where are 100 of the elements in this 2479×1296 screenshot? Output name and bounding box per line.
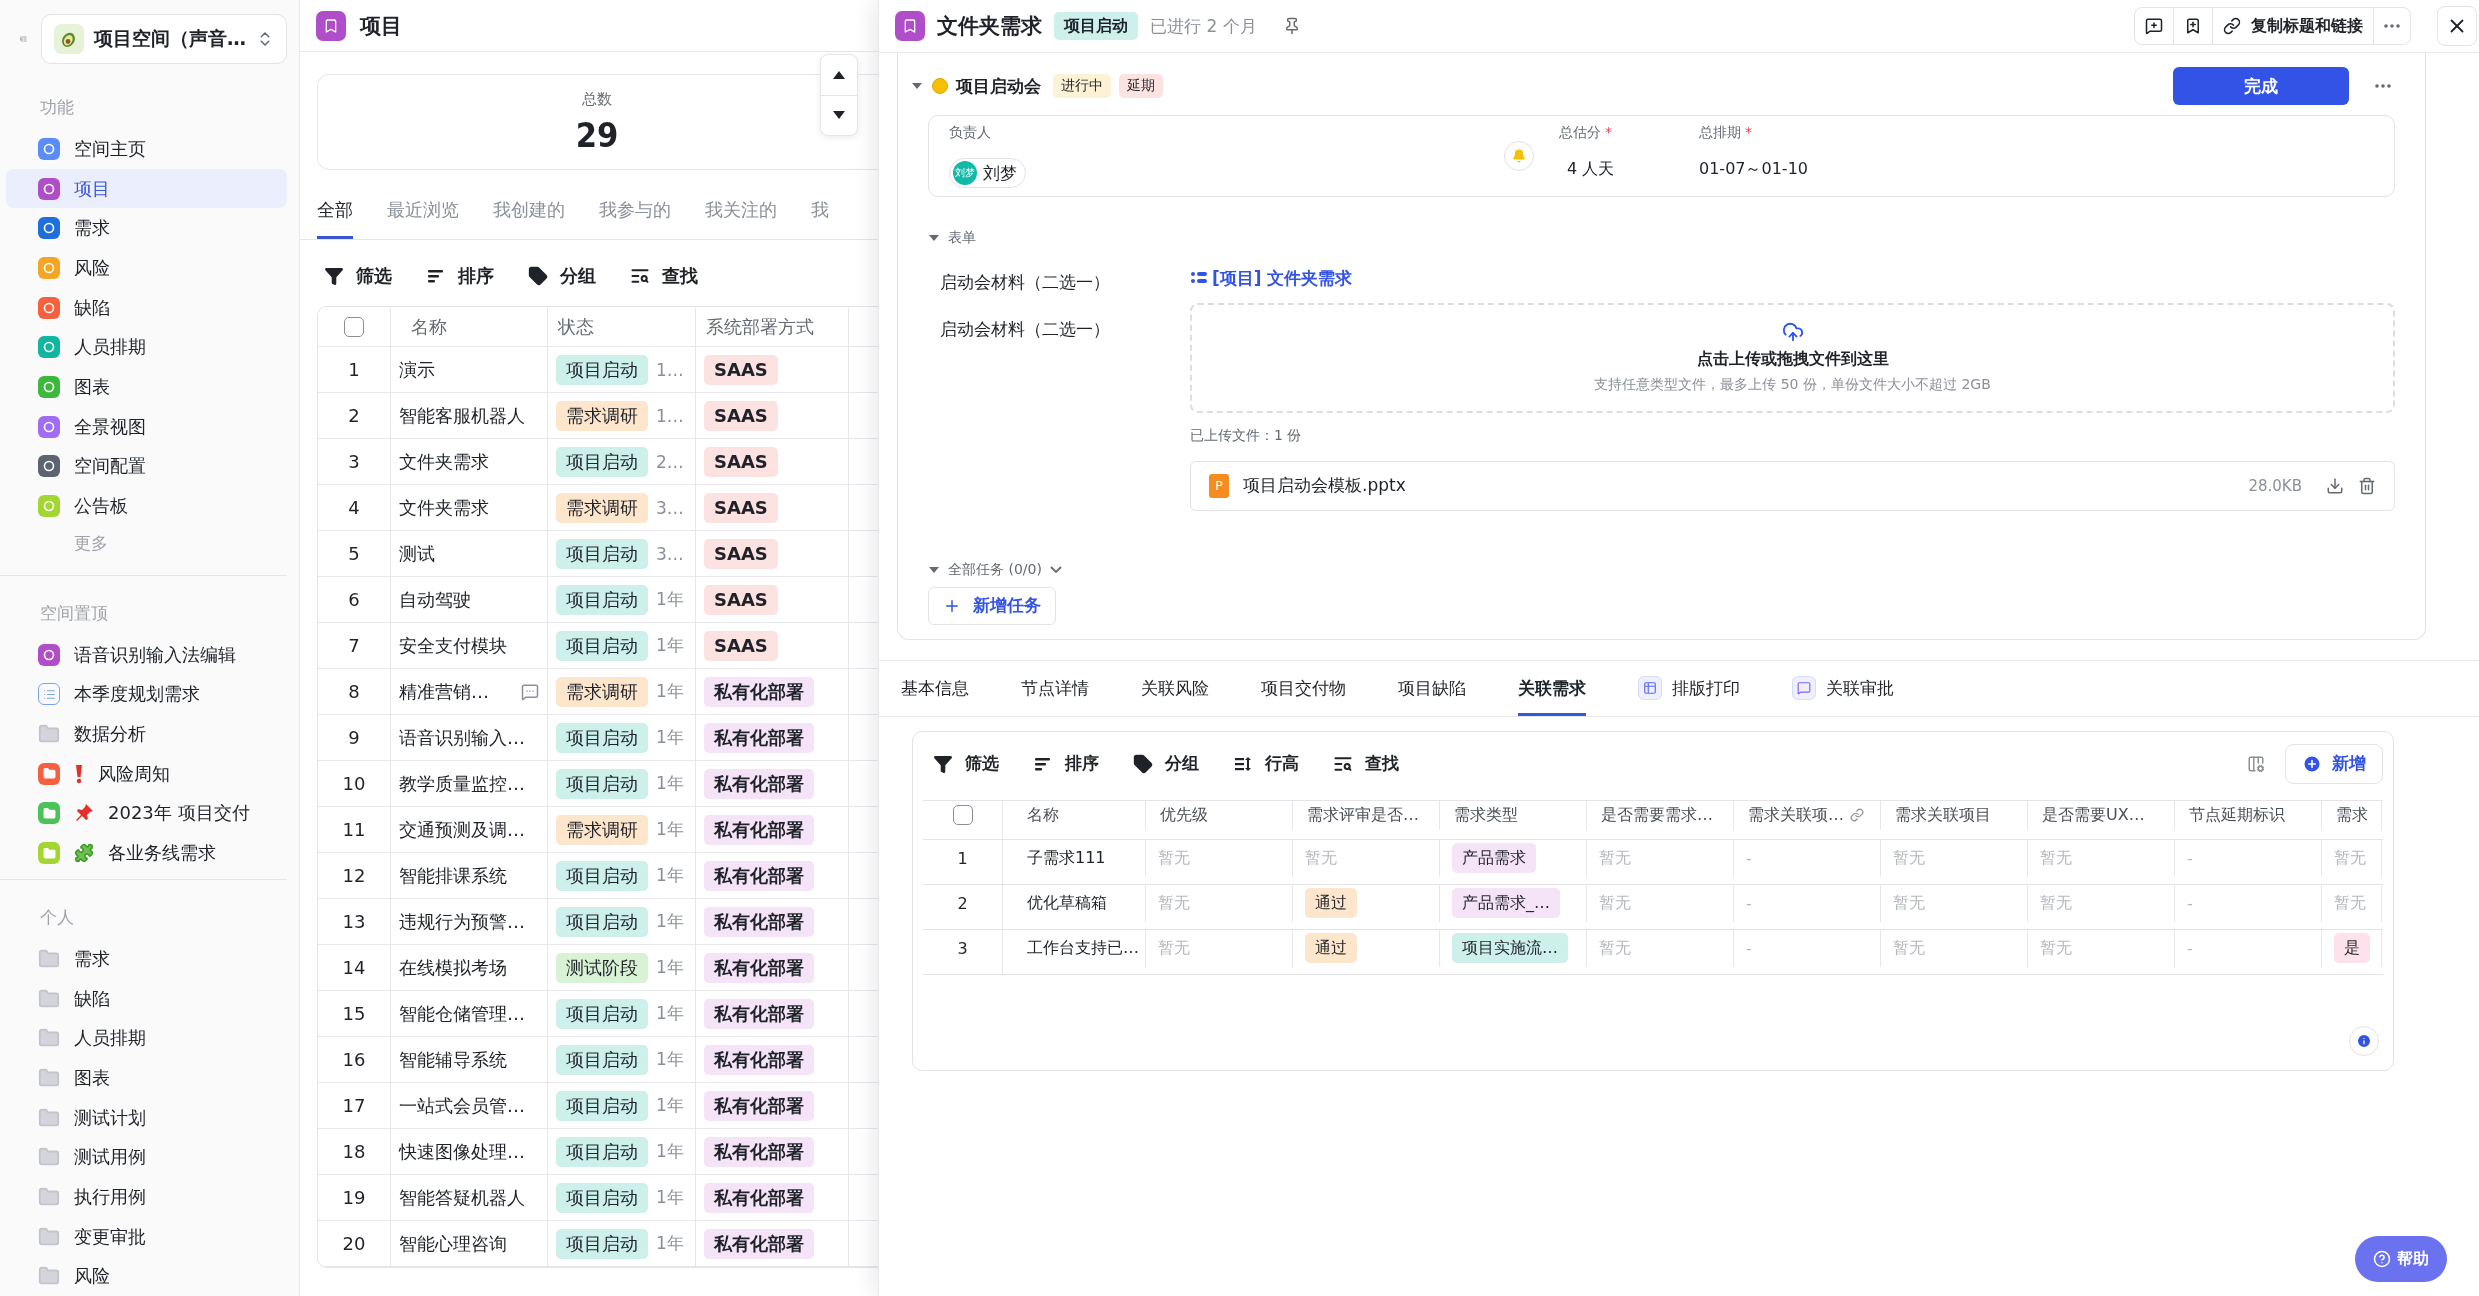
deployment-tag: 私有化部署: [704, 1228, 814, 1259]
sidebar-item[interactable]: 需求: [6, 939, 287, 979]
info-button[interactable]: [2349, 1025, 2379, 1056]
exclamation-icon: [74, 763, 84, 784]
tab[interactable]: 全部: [317, 198, 353, 239]
column-settings-icon[interactable]: [2247, 754, 2265, 773]
column-header: 是否需要需求…: [1601, 804, 1713, 826]
sidebar-item[interactable]: 各业务线需求: [6, 833, 287, 873]
deployment-tag: 私有化部署: [704, 860, 814, 891]
tab[interactable]: 项目交付物: [1261, 660, 1346, 716]
tab[interactable]: 排版打印: [1638, 660, 1740, 716]
sidebar-item[interactable]: 全景视图: [6, 406, 287, 447]
sidebar-item[interactable]: 测试用例: [6, 1137, 287, 1178]
uploaded-count: 已上传文件：1 份: [1190, 426, 1303, 445]
sidebar-item[interactable]: 空间主页: [6, 129, 287, 169]
duration-text: 1年: [656, 634, 684, 657]
status-tag: 项目启动: [556, 538, 648, 569]
space-selector[interactable]: 项目空间（声音…: [41, 14, 287, 64]
sidebar-item[interactable]: 风险: [6, 1256, 287, 1296]
toolbar-button[interactable]: 分组: [1133, 752, 1199, 775]
node-tag: 进行中: [1053, 74, 1111, 98]
folder-icon: [38, 987, 60, 1010]
tab[interactable]: 关联审批: [1792, 660, 1894, 716]
sidebar-item[interactable]: 图表: [6, 367, 287, 407]
sidebar-item[interactable]: 空间配置: [6, 446, 287, 487]
select-all-checkbox[interactable]: [344, 316, 364, 337]
complete-button[interactable]: 完成: [2173, 67, 2349, 105]
row-number: 1: [957, 848, 968, 868]
sidebar-item[interactable]: 数据分析: [6, 714, 287, 754]
table-cell: -: [2187, 893, 2193, 913]
toolbar-button[interactable]: 排序: [1033, 752, 1099, 775]
download-icon[interactable]: [2326, 476, 2344, 495]
sidebar-item[interactable]: 缺陷: [6, 287, 287, 328]
tab[interactable]: 节点详情: [1021, 660, 1089, 716]
toolbar-button[interactable]: 查找: [630, 264, 698, 288]
row-number: 3: [957, 938, 968, 958]
table-cell: 暂无: [1893, 892, 1925, 914]
sidebar-item[interactable]: 风险: [6, 248, 287, 288]
sidebar-item[interactable]: 人员排期: [6, 327, 287, 368]
deployment-tag: 私有化部署: [704, 1136, 814, 1167]
section-toggle[interactable]: 全部任务 (0/0): [928, 560, 1062, 579]
sidebar-item[interactable]: 人员排期: [6, 1018, 287, 1059]
status-tag: 需求调研: [556, 492, 648, 523]
add-task-button[interactable]: 新增任务: [928, 586, 1056, 625]
linked-item-link[interactable]: [项目] 文件夹需求: [1190, 267, 1353, 290]
toolbar-button[interactable]: 行高: [1233, 752, 1299, 775]
sidebar-item[interactable]: 本季度规划需求: [6, 674, 287, 715]
deployment-tag: 私有化部署: [704, 676, 814, 707]
row-number: 17: [341, 1095, 367, 1116]
sidebar-item[interactable]: 缺陷: [6, 978, 287, 1019]
sidebar-item[interactable]: 需求: [6, 208, 287, 249]
toolbar-button[interactable]: 筛选: [324, 264, 392, 288]
close-button[interactable]: [2437, 6, 2477, 46]
bookmark-icon: [316, 10, 346, 41]
sidebar-item[interactable]: 测试计划: [6, 1097, 287, 1138]
sidebar-item[interactable]: 公告板: [6, 486, 287, 526]
help-button[interactable]: 帮助: [2355, 1236, 2447, 1282]
table-cell: 暂无: [1158, 892, 1190, 914]
sidebar-item[interactable]: 变更审批: [6, 1216, 287, 1257]
tab[interactable]: 基本信息: [901, 660, 969, 716]
table-cell: 暂无: [2334, 847, 2366, 869]
duration-text: 1年: [656, 1186, 684, 1209]
deployment-tag: 私有化部署: [704, 1090, 814, 1121]
status-tag: 项目启动: [556, 906, 648, 937]
sidebar-item[interactable]: 风险周知: [6, 753, 287, 794]
select-all-checkbox[interactable]: [952, 805, 973, 826]
sidebar-item[interactable]: 执行用例: [6, 1177, 287, 1217]
toolbar-button[interactable]: 查找: [1333, 752, 1399, 775]
duration-text: 3…: [656, 543, 684, 564]
tab[interactable]: 项目缺陷: [1398, 660, 1466, 716]
upload-dropzone[interactable]: 点击上传或拖拽文件到这里 支持任意类型文件，最多上传 50 份，单份文件大小不超过 2GB: [1190, 302, 2395, 413]
section-toggle[interactable]: 表单: [928, 229, 976, 247]
required-mark: *: [1745, 124, 1752, 142]
tag: 产品需求_…: [1452, 888, 1560, 918]
toolbar-button[interactable]: 分组: [528, 264, 596, 288]
column-header: 系统部署方式: [706, 314, 814, 339]
toolbar-button[interactable]: 筛选: [933, 752, 999, 775]
add-button[interactable]: 新增: [2285, 743, 2383, 784]
status-tag: 项目启动: [556, 768, 648, 799]
table-cell: 智能仓储管理…: [399, 1001, 525, 1026]
status-tag: 项目启动: [556, 1228, 648, 1259]
delete-icon[interactable]: [2358, 476, 2376, 495]
page-title: 项目: [360, 12, 402, 40]
sidebar-item[interactable]: 语音识别输入法编辑: [6, 634, 287, 675]
sidebar-item[interactable]: 项目: [6, 168, 287, 209]
tab[interactable]: 关联需求: [1518, 660, 1586, 716]
status-tag: 项目启动: [556, 584, 648, 615]
toolbar-button[interactable]: 排序: [426, 264, 494, 288]
duration-text: 1年: [656, 588, 684, 611]
tab[interactable]: 关联风险: [1141, 660, 1209, 716]
help-icon: [2373, 1250, 2391, 1268]
chevron-down-icon: [1049, 566, 1062, 573]
duration-text: 1年: [656, 818, 684, 841]
table-cell: 测试: [399, 541, 435, 566]
form-label: 启动会材料（二选一）: [940, 318, 1111, 341]
comment-icon[interactable]: [521, 682, 539, 701]
sidebar-item[interactable]: 2023年 项目交付: [6, 793, 287, 834]
table-cell: -: [1746, 938, 1752, 958]
sidebar-item[interactable]: 图表: [6, 1058, 287, 1098]
deployment-tag: SAAS: [704, 538, 778, 569]
